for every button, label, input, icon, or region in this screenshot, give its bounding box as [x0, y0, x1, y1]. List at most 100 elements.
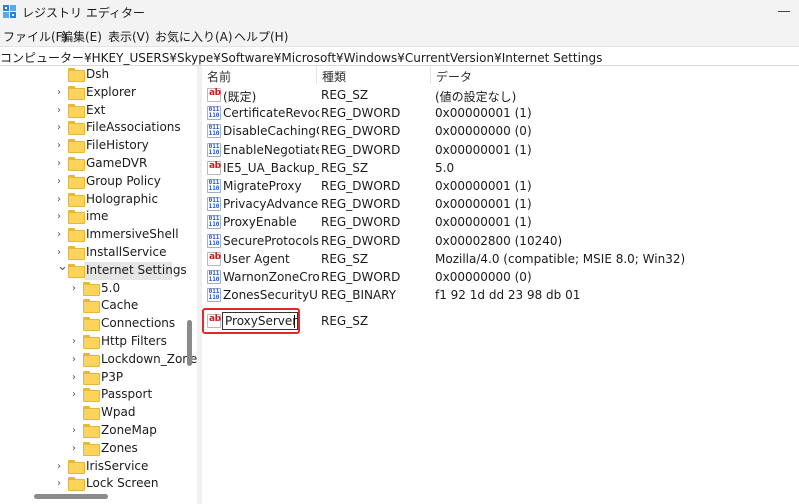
- menu-help[interactable]: ヘルプ(H): [234, 28, 288, 45]
- value-row[interactable]: 011 110 ProxyEnable REG_DWORD 0x00000001 (1): [202, 213, 799, 231]
- tree-item[interactable]: › InstallService: [0, 244, 180, 262]
- value-row[interactable]: 011110ZonesSecurityUpgradeREG_BINARY f1 9…: [202, 286, 799, 304]
- address-path[interactable]: コンピューター¥HKEY_USERS¥Skype¥Software¥Micros…: [0, 49, 602, 66]
- value-data: 0x00000001 (1): [435, 215, 532, 230]
- tree-item[interactable]: Wpad: [0, 404, 180, 422]
- value-row[interactable]: ab (既定) REG_SZ (値の設定なし): [202, 86, 799, 104]
- minimize-button[interactable]: [770, 0, 799, 24]
- chevron-right-icon[interactable]: ›: [57, 212, 65, 222]
- tree-item[interactable]: › FileAssociations: [0, 119, 181, 137]
- tree-item[interactable]: › Explorer: [0, 84, 180, 102]
- tree-item[interactable]: › IrisService: [0, 458, 180, 476]
- address-bar[interactable]: コンピューター¥HKEY_USERS¥Skype¥Software¥Micros…: [0, 46, 799, 66]
- tree-item[interactable]: Dsh: [0, 66, 180, 84]
- tree-item[interactable]: › Passport: [0, 386, 180, 404]
- menu-view[interactable]: 表示(V): [108, 28, 150, 45]
- value-name: WarnonZoneCrossing: [223, 270, 319, 284]
- column-header-name[interactable]: 名前: [202, 66, 317, 84]
- tree-item-label: FileAssociations: [86, 120, 181, 135]
- value-row[interactable]: ab User Agent REG_SZ Mozilla/4.0 (compatibl…: [202, 250, 799, 268]
- chevron-down-icon[interactable]: ⌄: [57, 260, 68, 273]
- value-list: 名前 種類 データ ab ProxyServer REG_SZ ab (既定) RE…: [202, 66, 799, 504]
- tree-item[interactable]: › P3P: [0, 369, 180, 387]
- chevron-right-icon[interactable]: ›: [57, 248, 65, 258]
- chevron-right-icon[interactable]: ›: [72, 443, 80, 454]
- value-row[interactable]: 011 110 MigrateProxy REG_DWORD 0x00000001 (1…: [202, 177, 799, 195]
- value-type: REG_DWORD: [321, 197, 401, 212]
- tree-item[interactable]: Cache: [0, 297, 180, 315]
- value-row[interactable]: 011 110 SecureProtocols REG_DWORD 0x00002800…: [202, 232, 799, 250]
- chevron-right-icon[interactable]: ›: [57, 159, 65, 169]
- value-row-editing[interactable]: ab ProxyServer REG_SZ: [202, 308, 799, 334]
- chevron-right-icon[interactable]: ›: [72, 390, 80, 400]
- chevron-right-icon[interactable]: ›: [57, 176, 65, 187]
- chevron-right-icon[interactable]: ›: [57, 123, 65, 133]
- chevron-right-icon[interactable]: ›: [57, 230, 65, 240]
- tree-item[interactable]: › GameDVR: [0, 155, 180, 173]
- chevron-right-icon[interactable]: ›: [57, 194, 65, 205]
- tree-item[interactable]: › Lockdown_Zone: [0, 351, 197, 369]
- value-row[interactable]: abIE5_UA_Backup_FlagREG_SZ 5.0: [202, 159, 799, 177]
- chevron-right-icon[interactable]: ›: [72, 337, 80, 347]
- column-type-label: 種類: [322, 70, 347, 84]
- value-row[interactable]: 011110DisableCachingOfSSLPagesREG_DWORD 0…: [202, 122, 799, 140]
- chevron-right-icon[interactable]: ›: [57, 479, 65, 489]
- tree-item-label: Ext: [86, 102, 106, 117]
- tree-item[interactable]: › FileHistory: [0, 137, 180, 155]
- column-header-data[interactable]: データ: [431, 66, 731, 84]
- value-type: REG_DWORD: [321, 124, 401, 139]
- chevron-right-icon[interactable]: ›: [57, 461, 65, 472]
- binary-value-icon: 011 110: [207, 233, 221, 248]
- chevron-right-icon[interactable]: ›: [72, 426, 80, 436]
- tree-item-label: Group Policy: [86, 173, 161, 188]
- value-type: REG_DWORD: [321, 270, 401, 284]
- binary-value-icon: 011 110: [207, 142, 221, 157]
- tree-item[interactable]: › ZoneMap: [0, 422, 180, 440]
- tree-item[interactable]: › Group Policy: [0, 173, 180, 191]
- chevron-right-icon[interactable]: ›: [57, 105, 65, 116]
- value-data: f1 92 1d dd 23 98 db 01: [435, 288, 581, 303]
- folder-icon: [68, 85, 85, 100]
- tree-item-label: Wpad: [101, 405, 136, 420]
- value-row[interactable]: 011110WarnonZoneCrossingREG_DWORD 0x00000…: [202, 268, 799, 286]
- tree-item-label: InstallService: [86, 245, 167, 259]
- tree-item[interactable]: › Holographic: [0, 191, 180, 209]
- menu-edit[interactable]: 編集(E): [61, 28, 102, 45]
- folder-icon: [68, 103, 85, 118]
- tree-item[interactable]: ⌄ Internet Settings: [0, 260, 187, 280]
- value-type: REG_SZ: [321, 314, 369, 328]
- menu-favorites[interactable]: お気に入り(A): [155, 28, 233, 45]
- chevron-right-icon[interactable]: ›: [72, 283, 80, 294]
- folder-icon: [68, 210, 85, 225]
- tree-item[interactable]: › Zones: [0, 440, 180, 458]
- tree-item[interactable]: › ime: [0, 208, 180, 226]
- chevron-right-icon[interactable]: ›: [57, 87, 65, 98]
- string-value-icon: ab: [207, 251, 221, 266]
- chevron-right-icon[interactable]: ›: [57, 141, 65, 151]
- folder-icon: [68, 246, 85, 260]
- menu-file[interactable]: ファイル(F): [3, 28, 67, 45]
- chevron-right-icon[interactable]: ›: [72, 372, 80, 383]
- tree-horizontal-scroll-thumb[interactable]: [34, 494, 108, 499]
- column-header-type[interactable]: 種類: [317, 66, 431, 84]
- tree-item-label: FileHistory: [86, 138, 149, 153]
- value-data: 0x00002800 (10240): [435, 233, 563, 248]
- tree-item[interactable]: › 5.0: [0, 280, 180, 298]
- string-value-icon: ab: [207, 160, 221, 175]
- tree-vertical-scrollbar[interactable]: [183, 66, 197, 486]
- tree-item[interactable]: › Lock Screen: [0, 475, 180, 493]
- tree-item[interactable]: Connections: [0, 315, 180, 333]
- tree-item[interactable]: › Ext: [0, 102, 180, 120]
- folder-icon: [83, 352, 100, 367]
- value-row[interactable]: 011 110 PrivacyAdvanced REG_DWORD 0x00000001…: [202, 195, 799, 213]
- tree-item-label: Cache: [101, 298, 139, 313]
- chevron-right-icon[interactable]: ›: [72, 354, 80, 365]
- folder-icon: [68, 68, 85, 82]
- value-row[interactable]: 011110CertificateRevocationREG_DWORD 0x00…: [202, 104, 799, 122]
- value-row[interactable]: 011 110 EnableNegotiate REG_DWORD 0x00000001…: [202, 141, 799, 159]
- tree-item[interactable]: › ImmersiveShell: [0, 226, 180, 244]
- tree-item[interactable]: › Http Filters: [0, 333, 180, 351]
- tree-vertical-scroll-thumb[interactable]: [187, 320, 192, 366]
- title-bar: レジストリ エディター: [0, 0, 799, 24]
- column-data-label: データ: [436, 70, 473, 84]
